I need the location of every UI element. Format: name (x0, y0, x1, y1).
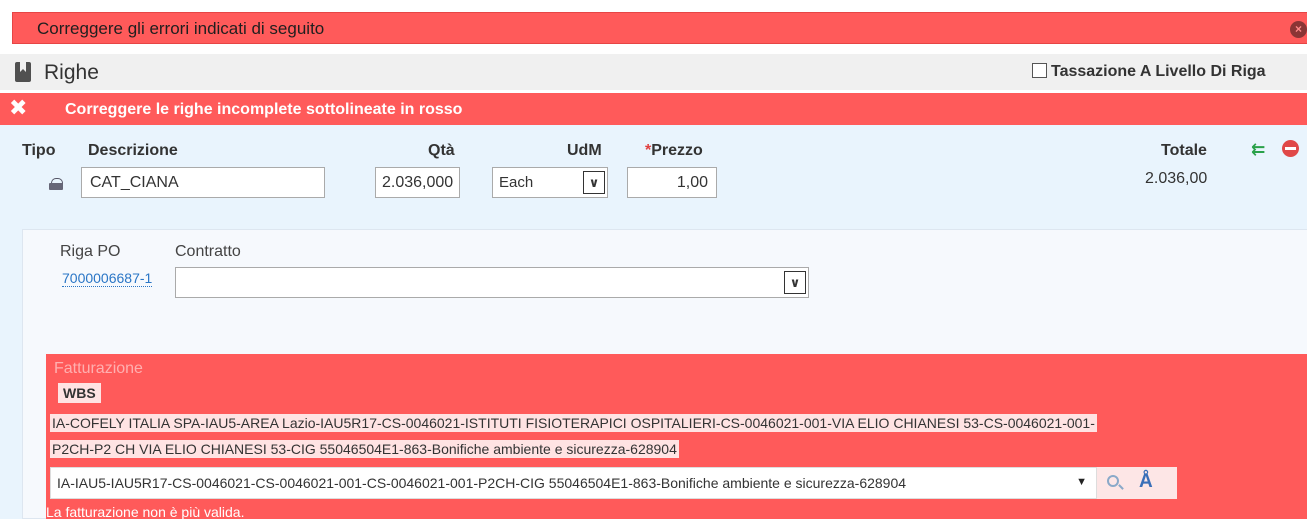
search-icon[interactable] (1107, 475, 1119, 487)
error-banner: Correggere gli errori indicati di seguit… (12, 12, 1307, 44)
warning-banner-message: Correggere le righe incomplete sottoline… (65, 101, 463, 118)
header-prezzo: *Prezzo (645, 142, 703, 160)
chevron-down-icon[interactable]: ∨ (784, 271, 806, 294)
riga-po-label: Riga PO (60, 243, 121, 260)
header-prezzo-label: Prezzo (651, 142, 703, 159)
uom-select[interactable]: Each ∨ (492, 167, 608, 198)
tools-icon: ✖ (9, 95, 28, 120)
billing-heading: Fatturazione (54, 360, 143, 377)
book-icon (15, 62, 31, 82)
total-value: 2.036,00 (1145, 170, 1208, 187)
riga-po-link[interactable]: 7000006687-1 (62, 270, 153, 287)
wbs-label: WBS (58, 383, 101, 403)
wbs-tools: Å (1097, 467, 1177, 499)
header-tipo: Tipo (22, 142, 56, 159)
delete-line-icon[interactable] (1282, 140, 1299, 157)
uom-select-value: Each (499, 174, 534, 191)
wbs-description-line-2: P2CH-P2 CH VIA ELIO CHIANESI 53-CIG 5504… (50, 440, 679, 458)
description-input[interactable]: CAT_CIANA (81, 167, 325, 198)
cart-icon (49, 178, 63, 190)
error-banner-message: Correggere gli errori indicati di seguit… (37, 19, 325, 38)
wbs-select-value: IA-IAU5-IAU5R17-CS-0046021-CS-0046021-00… (57, 475, 907, 491)
price-input[interactable]: 1,00 (627, 167, 717, 198)
section-title: Righe (44, 61, 99, 84)
top-strip (0, 0, 1307, 6)
header-udm: UdM (567, 142, 602, 159)
chevron-down-icon[interactable]: ∨ (583, 171, 605, 194)
contract-select[interactable]: ∨ (175, 267, 809, 298)
header-totale: Totale (1161, 142, 1207, 159)
checkbox-icon[interactable] (1032, 63, 1047, 78)
close-icon[interactable]: × (1290, 21, 1307, 38)
warning-banner: ✖ Correggere le righe incomplete sottoli… (0, 93, 1307, 125)
tax-line-level-label: Tassazione A Livello Di Riga (1051, 63, 1266, 80)
wbs-select[interactable]: IA-IAU5-IAU5R17-CS-0046021-CS-0046021-00… (50, 467, 1097, 499)
billing-error-text: La fatturazione non è più valida. (46, 504, 245, 519)
caret-down-icon[interactable]: ▼ (1076, 476, 1087, 488)
billing-section: Fatturazione WBS IA-COFELY ITALIA SPA-IA… (46, 354, 1307, 519)
tax-line-level-checkbox[interactable]: Tassazione A Livello Di Riga (1032, 63, 1266, 81)
person-icon[interactable]: Å (1139, 471, 1153, 493)
line-item-area: Tipo Descrizione Qtà UdM *Prezzo Totale … (0, 125, 1307, 519)
wbs-description-line-1: IA-COFELY ITALIA SPA-IAU5-AREA Lazio-IAU… (50, 414, 1097, 432)
add-line-icon[interactable]: ⇇ (1251, 140, 1265, 160)
header-descrizione: Descrizione (88, 142, 178, 159)
header-qta: Qtà (428, 142, 455, 159)
contratto-label: Contratto (175, 243, 241, 260)
quantity-input[interactable]: 2.036,000 (375, 167, 460, 198)
section-header: Righe Tassazione A Livello Di Riga (0, 54, 1307, 90)
